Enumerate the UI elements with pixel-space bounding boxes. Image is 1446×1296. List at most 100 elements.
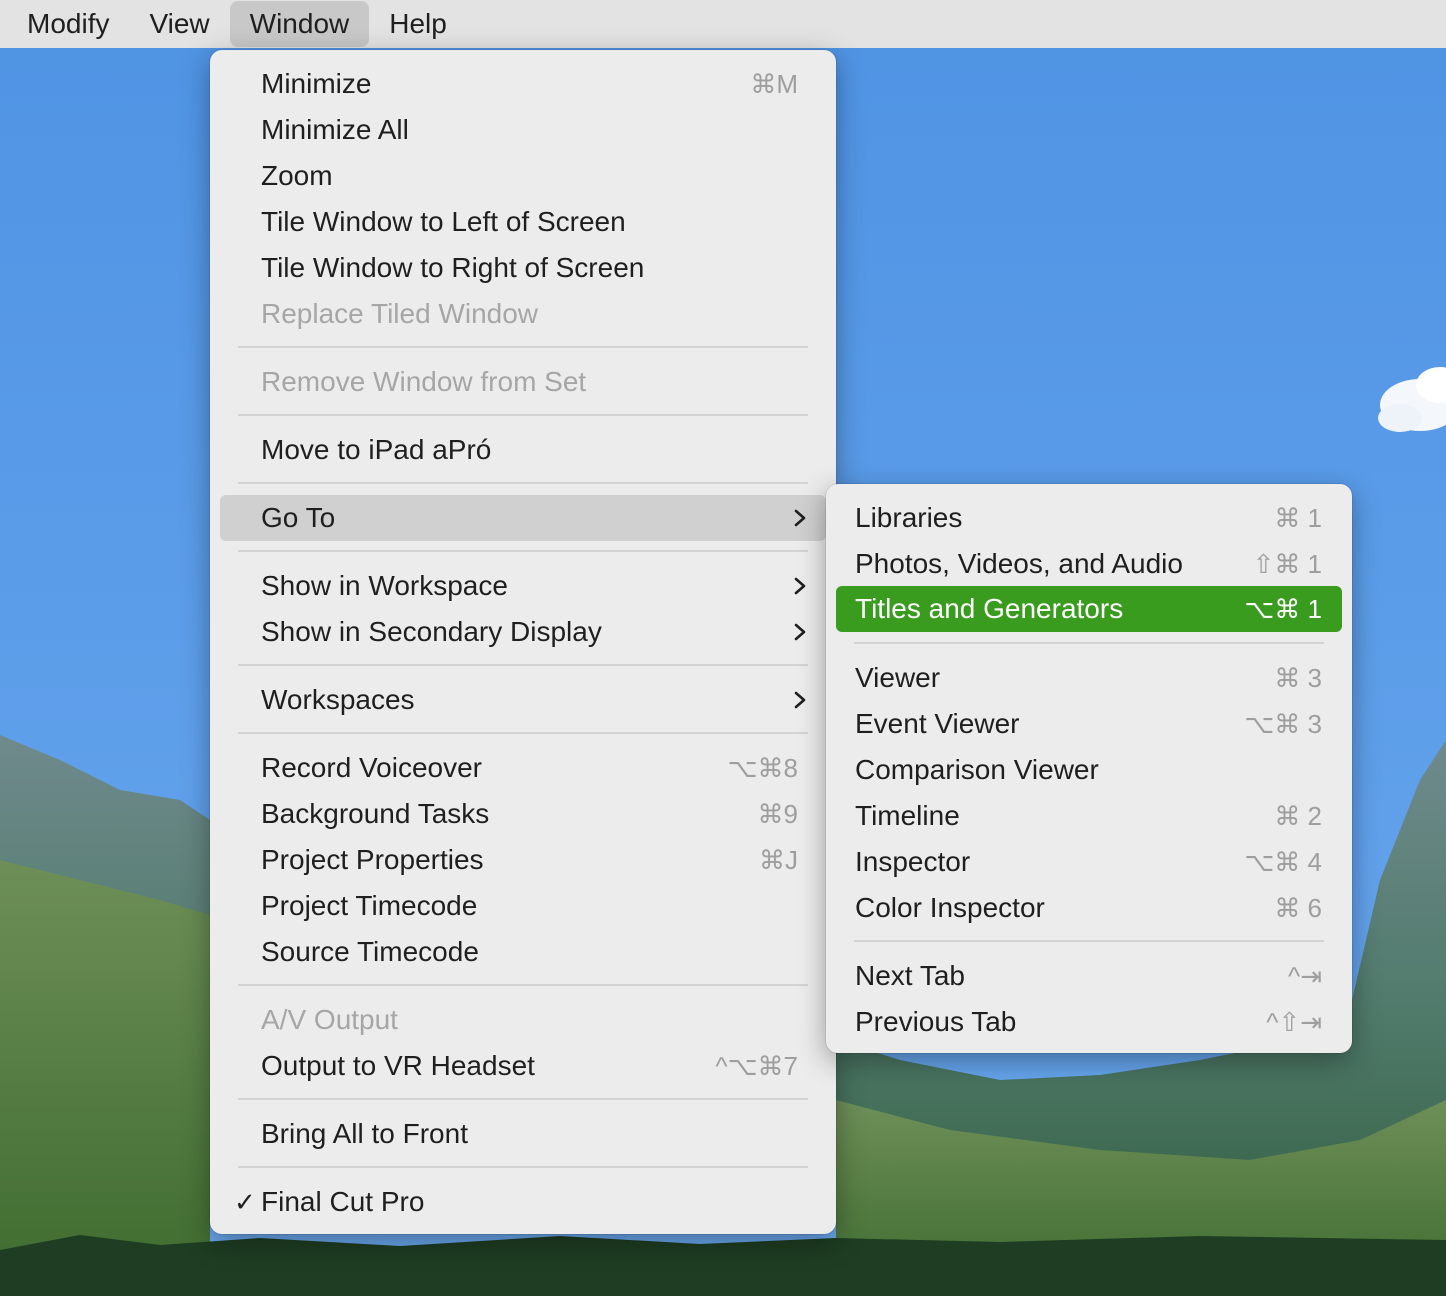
menu-item-label: Replace Tiled Window <box>261 298 539 329</box>
submenu-item-event-viewer[interactable]: Event Viewer ⌥⌘ 3 <box>836 701 1342 747</box>
menu-item-label: Record Voiceover <box>261 752 483 783</box>
menubar-window[interactable]: Window <box>229 1 370 47</box>
menu-item-label: Final Cut Pro <box>261 1186 425 1217</box>
menu-item-label: Event Viewer <box>855 708 1020 739</box>
menu-item-final-cut-pro[interactable]: ✓ Final Cut Pro <box>220 1179 826 1225</box>
chevron-right-icon <box>794 509 806 527</box>
shortcut-label: ⌘ 1 <box>1274 503 1322 533</box>
menu-separator <box>854 940 1324 942</box>
submenu-item-comparison-viewer[interactable]: Comparison Viewer <box>836 747 1342 793</box>
shortcut-label: ^⌥⌘7 <box>715 1051 798 1081</box>
menu-item-label: Titles and Generators <box>855 593 1124 624</box>
menu-item-label: Minimize <box>261 68 372 99</box>
menu-separator <box>238 482 808 484</box>
menu-item-label: Comparison Viewer <box>855 754 1099 785</box>
menu-item-label: Next Tab <box>855 960 965 991</box>
menu-item-remove-window-from-set: Remove Window from Set <box>220 359 826 405</box>
menu-item-project-properties[interactable]: Project Properties ⌘J <box>220 837 826 883</box>
menu-item-label: Photos, Videos, and Audio <box>855 548 1183 579</box>
submenu-item-viewer[interactable]: Viewer ⌘ 3 <box>836 655 1342 701</box>
menu-item-label: Tile Window to Left of Screen <box>261 206 626 237</box>
menu-item-label: Minimize All <box>261 114 409 145</box>
menu-item-minimize-all[interactable]: Minimize All <box>220 107 826 153</box>
window-menu: Minimize ⌘M Minimize All Zoom Tile Windo… <box>210 50 836 1234</box>
menu-item-zoom[interactable]: Zoom <box>220 153 826 199</box>
menu-item-label: Libraries <box>855 502 963 533</box>
checkmark-icon: ✓ <box>234 1187 256 1217</box>
menu-item-source-timecode[interactable]: Source Timecode <box>220 929 826 975</box>
shortcut-label: ⌘M <box>750 69 798 99</box>
shortcut-label: ⌥⌘8 <box>727 753 798 783</box>
menu-separator <box>238 1098 808 1100</box>
menu-item-label: Project Timecode <box>261 890 478 921</box>
menu-item-record-voiceover[interactable]: Record Voiceover ⌥⌘8 <box>220 745 826 791</box>
submenu-item-libraries[interactable]: Libraries ⌘ 1 <box>836 495 1342 541</box>
menu-item-label: Output to VR Headset <box>261 1050 535 1081</box>
submenu-item-photos-videos-audio[interactable]: Photos, Videos, and Audio ⇧⌘ 1 <box>836 541 1342 587</box>
menu-item-minimize[interactable]: Minimize ⌘M <box>220 61 826 107</box>
menu-item-show-in-workspace[interactable]: Show in Workspace <box>220 563 826 609</box>
chevron-right-icon <box>794 691 806 709</box>
shortcut-label: ⌥⌘ 1 <box>1244 594 1322 624</box>
shortcut-label: ⌘9 <box>757 799 798 829</box>
menu-item-label: Inspector <box>855 846 971 877</box>
submenu-item-titles-and-generators[interactable]: Titles and Generators ⌥⌘ 1 <box>836 586 1342 632</box>
menu-item-background-tasks[interactable]: Background Tasks ⌘9 <box>220 791 826 837</box>
menu-item-label: Viewer <box>855 662 941 693</box>
menu-item-label: Workspaces <box>261 684 415 715</box>
menu-item-project-timecode[interactable]: Project Timecode <box>220 883 826 929</box>
menu-item-show-in-secondary-display[interactable]: Show in Secondary Display <box>220 609 826 655</box>
menu-item-label: Background Tasks <box>261 798 490 829</box>
menu-item-tile-right[interactable]: Tile Window to Right of Screen <box>220 245 826 291</box>
menu-item-label: Tile Window to Right of Screen <box>261 252 645 283</box>
chevron-right-icon <box>794 577 806 595</box>
menu-item-label: Project Properties <box>261 844 484 875</box>
menu-item-workspaces[interactable]: Workspaces <box>220 677 826 723</box>
menu-item-go-to[interactable]: Go To <box>220 495 826 541</box>
menu-item-label: Color Inspector <box>855 892 1045 923</box>
submenu-item-timeline[interactable]: Timeline ⌘ 2 <box>836 793 1342 839</box>
menu-item-replace-tiled-window: Replace Tiled Window <box>220 291 826 337</box>
shortcut-label: ⇧⌘ 1 <box>1252 549 1322 579</box>
menubar-view[interactable]: View <box>129 0 229 48</box>
menu-item-label: Bring All to Front <box>261 1118 468 1149</box>
menu-separator <box>238 550 808 552</box>
shortcut-label: ⌘ 3 <box>1274 663 1322 693</box>
menu-item-label: Show in Workspace <box>261 570 508 601</box>
menu-item-move-to-ipad[interactable]: Move to iPad aPró <box>220 427 826 473</box>
menu-separator <box>238 984 808 986</box>
menu-separator <box>238 664 808 666</box>
menu-item-bring-all-to-front[interactable]: Bring All to Front <box>220 1111 826 1157</box>
shortcut-label: ⌥⌘ 4 <box>1244 847 1322 877</box>
menu-item-av-output: A/V Output <box>220 997 826 1043</box>
menu-bar: Modify View Window Help <box>0 0 1446 48</box>
menu-item-output-to-vr-headset[interactable]: Output to VR Headset ^⌥⌘7 <box>220 1043 826 1089</box>
shortcut-label: ^⇥ <box>1288 961 1322 991</box>
menu-item-label: Remove Window from Set <box>261 366 587 397</box>
menu-separator <box>238 1166 808 1168</box>
menu-item-label: Source Timecode <box>261 936 479 967</box>
shortcut-label: ^⇧⇥ <box>1266 1007 1322 1037</box>
menubar-help[interactable]: Help <box>369 0 467 48</box>
menu-item-tile-left[interactable]: Tile Window to Left of Screen <box>220 199 826 245</box>
menu-item-label: Show in Secondary Display <box>261 616 602 647</box>
menu-separator <box>854 642 1324 644</box>
submenu-item-inspector[interactable]: Inspector ⌥⌘ 4 <box>836 839 1342 885</box>
menu-item-label: Move to iPad aPró <box>261 434 492 465</box>
go-to-submenu: Libraries ⌘ 1 Photos, Videos, and Audio … <box>826 484 1352 1053</box>
menu-separator <box>238 732 808 734</box>
shortcut-label: ⌘J <box>759 845 798 875</box>
shortcut-label: ⌥⌘ 3 <box>1244 709 1322 739</box>
menu-separator <box>238 346 808 348</box>
submenu-item-previous-tab[interactable]: Previous Tab ^⇧⇥ <box>836 999 1342 1045</box>
menubar-modify[interactable]: Modify <box>0 0 129 48</box>
menu-separator <box>238 414 808 416</box>
submenu-item-color-inspector[interactable]: Color Inspector ⌘ 6 <box>836 885 1342 931</box>
menu-item-label: Go To <box>261 502 336 533</box>
menu-item-label: Timeline <box>855 800 960 831</box>
menu-item-label: Previous Tab <box>855 1006 1017 1037</box>
menu-item-label: A/V Output <box>261 1004 398 1035</box>
submenu-item-next-tab[interactable]: Next Tab ^⇥ <box>836 953 1342 999</box>
menu-item-label: Zoom <box>261 160 333 191</box>
chevron-right-icon <box>794 623 806 641</box>
